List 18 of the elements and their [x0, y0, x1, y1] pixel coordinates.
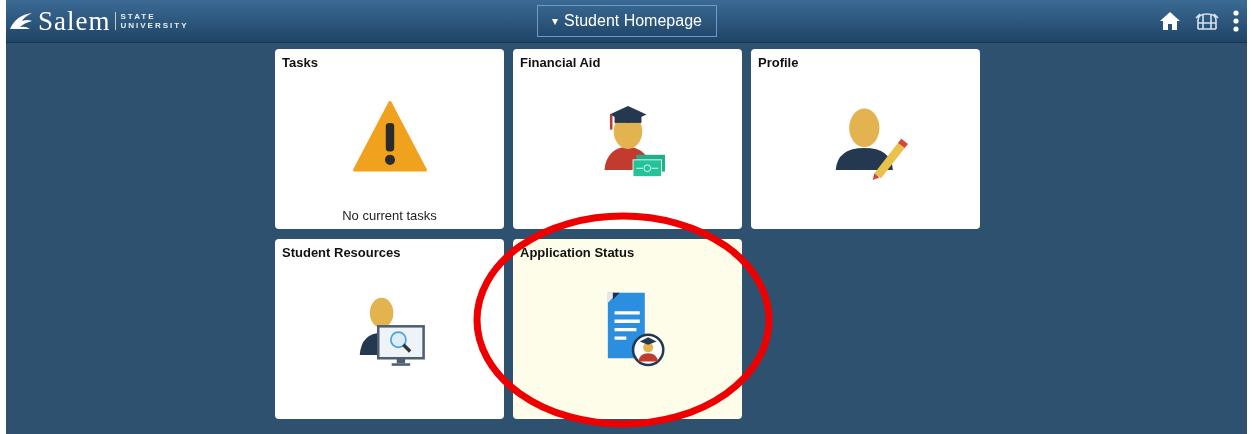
home-icon — [1159, 11, 1181, 31]
tile[interactable]: Tasks No current tasks — [275, 49, 504, 229]
tile[interactable]: Profile — [751, 49, 980, 229]
tile[interactable]: Student Resources — [275, 239, 504, 419]
more-menu-icon — [1233, 10, 1239, 32]
tile-footer: No current tasks — [342, 208, 437, 223]
tile[interactable]: Application Status — [513, 239, 742, 419]
tile-title: Student Resources — [282, 245, 401, 260]
homepage-dropdown[interactable]: ▾ Student Homepage — [537, 5, 717, 37]
menu-button[interactable] — [1233, 10, 1239, 32]
tile[interactable]: Financial Aid — [513, 49, 742, 229]
tile-title: Tasks — [282, 55, 318, 70]
tile-title: Profile — [758, 55, 799, 70]
home-button[interactable] — [1159, 11, 1181, 31]
tile-title: Application Status — [520, 245, 635, 260]
tile-title: Financial Aid — [520, 55, 601, 70]
logo-name: Salem — [38, 5, 111, 37]
logo-subtitle: STATE UNIVERSITY — [114, 12, 199, 30]
